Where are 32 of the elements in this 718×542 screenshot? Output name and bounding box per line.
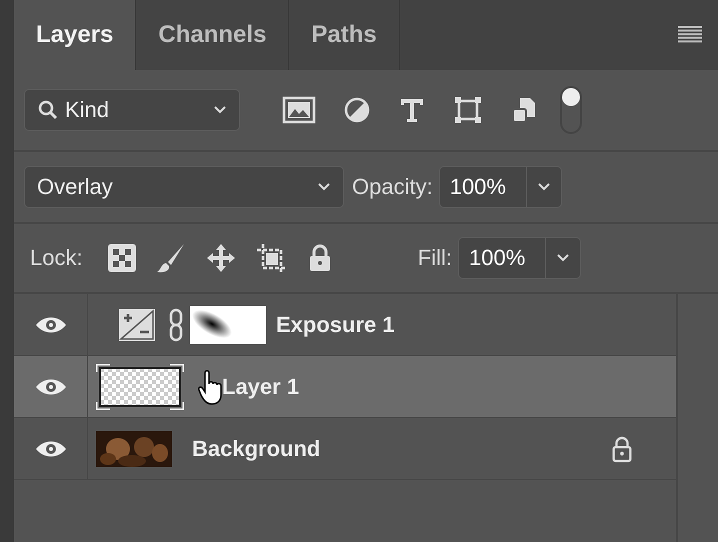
fill-label: Fill: <box>418 245 452 271</box>
type-filter-icon[interactable] <box>398 96 426 124</box>
menu-icon[interactable] <box>678 26 702 44</box>
eye-icon[interactable] <box>34 314 68 334</box>
filter-toggle[interactable] <box>560 86 582 134</box>
eye-icon[interactable] <box>34 376 68 396</box>
image-filter-icon[interactable] <box>282 96 316 124</box>
move-icon[interactable] <box>204 242 237 274</box>
filter-kind-dropdown[interactable]: Kind <box>24 89 240 131</box>
chevron-icon <box>556 253 570 263</box>
transparent-thumbnail[interactable] <box>96 364 184 410</box>
layer-name: Background <box>192 436 320 462</box>
lock-label: Lock: <box>30 245 83 271</box>
exposure-icon <box>118 308 156 342</box>
opacity-label: Opacity: <box>352 174 433 200</box>
mask-thumbnail[interactable] <box>190 306 266 344</box>
shape-filter-icon[interactable] <box>453 95 483 125</box>
chevron-icon <box>536 182 551 192</box>
checkerboard-icon[interactable] <box>106 243 137 273</box>
search-icon <box>37 99 59 121</box>
chevron-icon <box>317 182 331 192</box>
panel-tab[interactable]: Layers <box>14 0 136 70</box>
chevron-icon <box>213 105 227 115</box>
chain-link-icon[interactable] <box>168 308 184 342</box>
layer-name: Layer 1 <box>222 374 300 400</box>
hand-cursor-icon <box>198 370 224 406</box>
layer-row[interactable]: Background <box>14 418 676 480</box>
eye-icon[interactable] <box>34 438 68 458</box>
layer-name: Exposure 1 <box>276 312 395 338</box>
blend-mode-dropdown[interactable]: Overlay <box>24 166 344 208</box>
layer-row[interactable]: Layer 1 <box>14 356 676 418</box>
adjustment-filter-icon[interactable] <box>343 96 371 124</box>
